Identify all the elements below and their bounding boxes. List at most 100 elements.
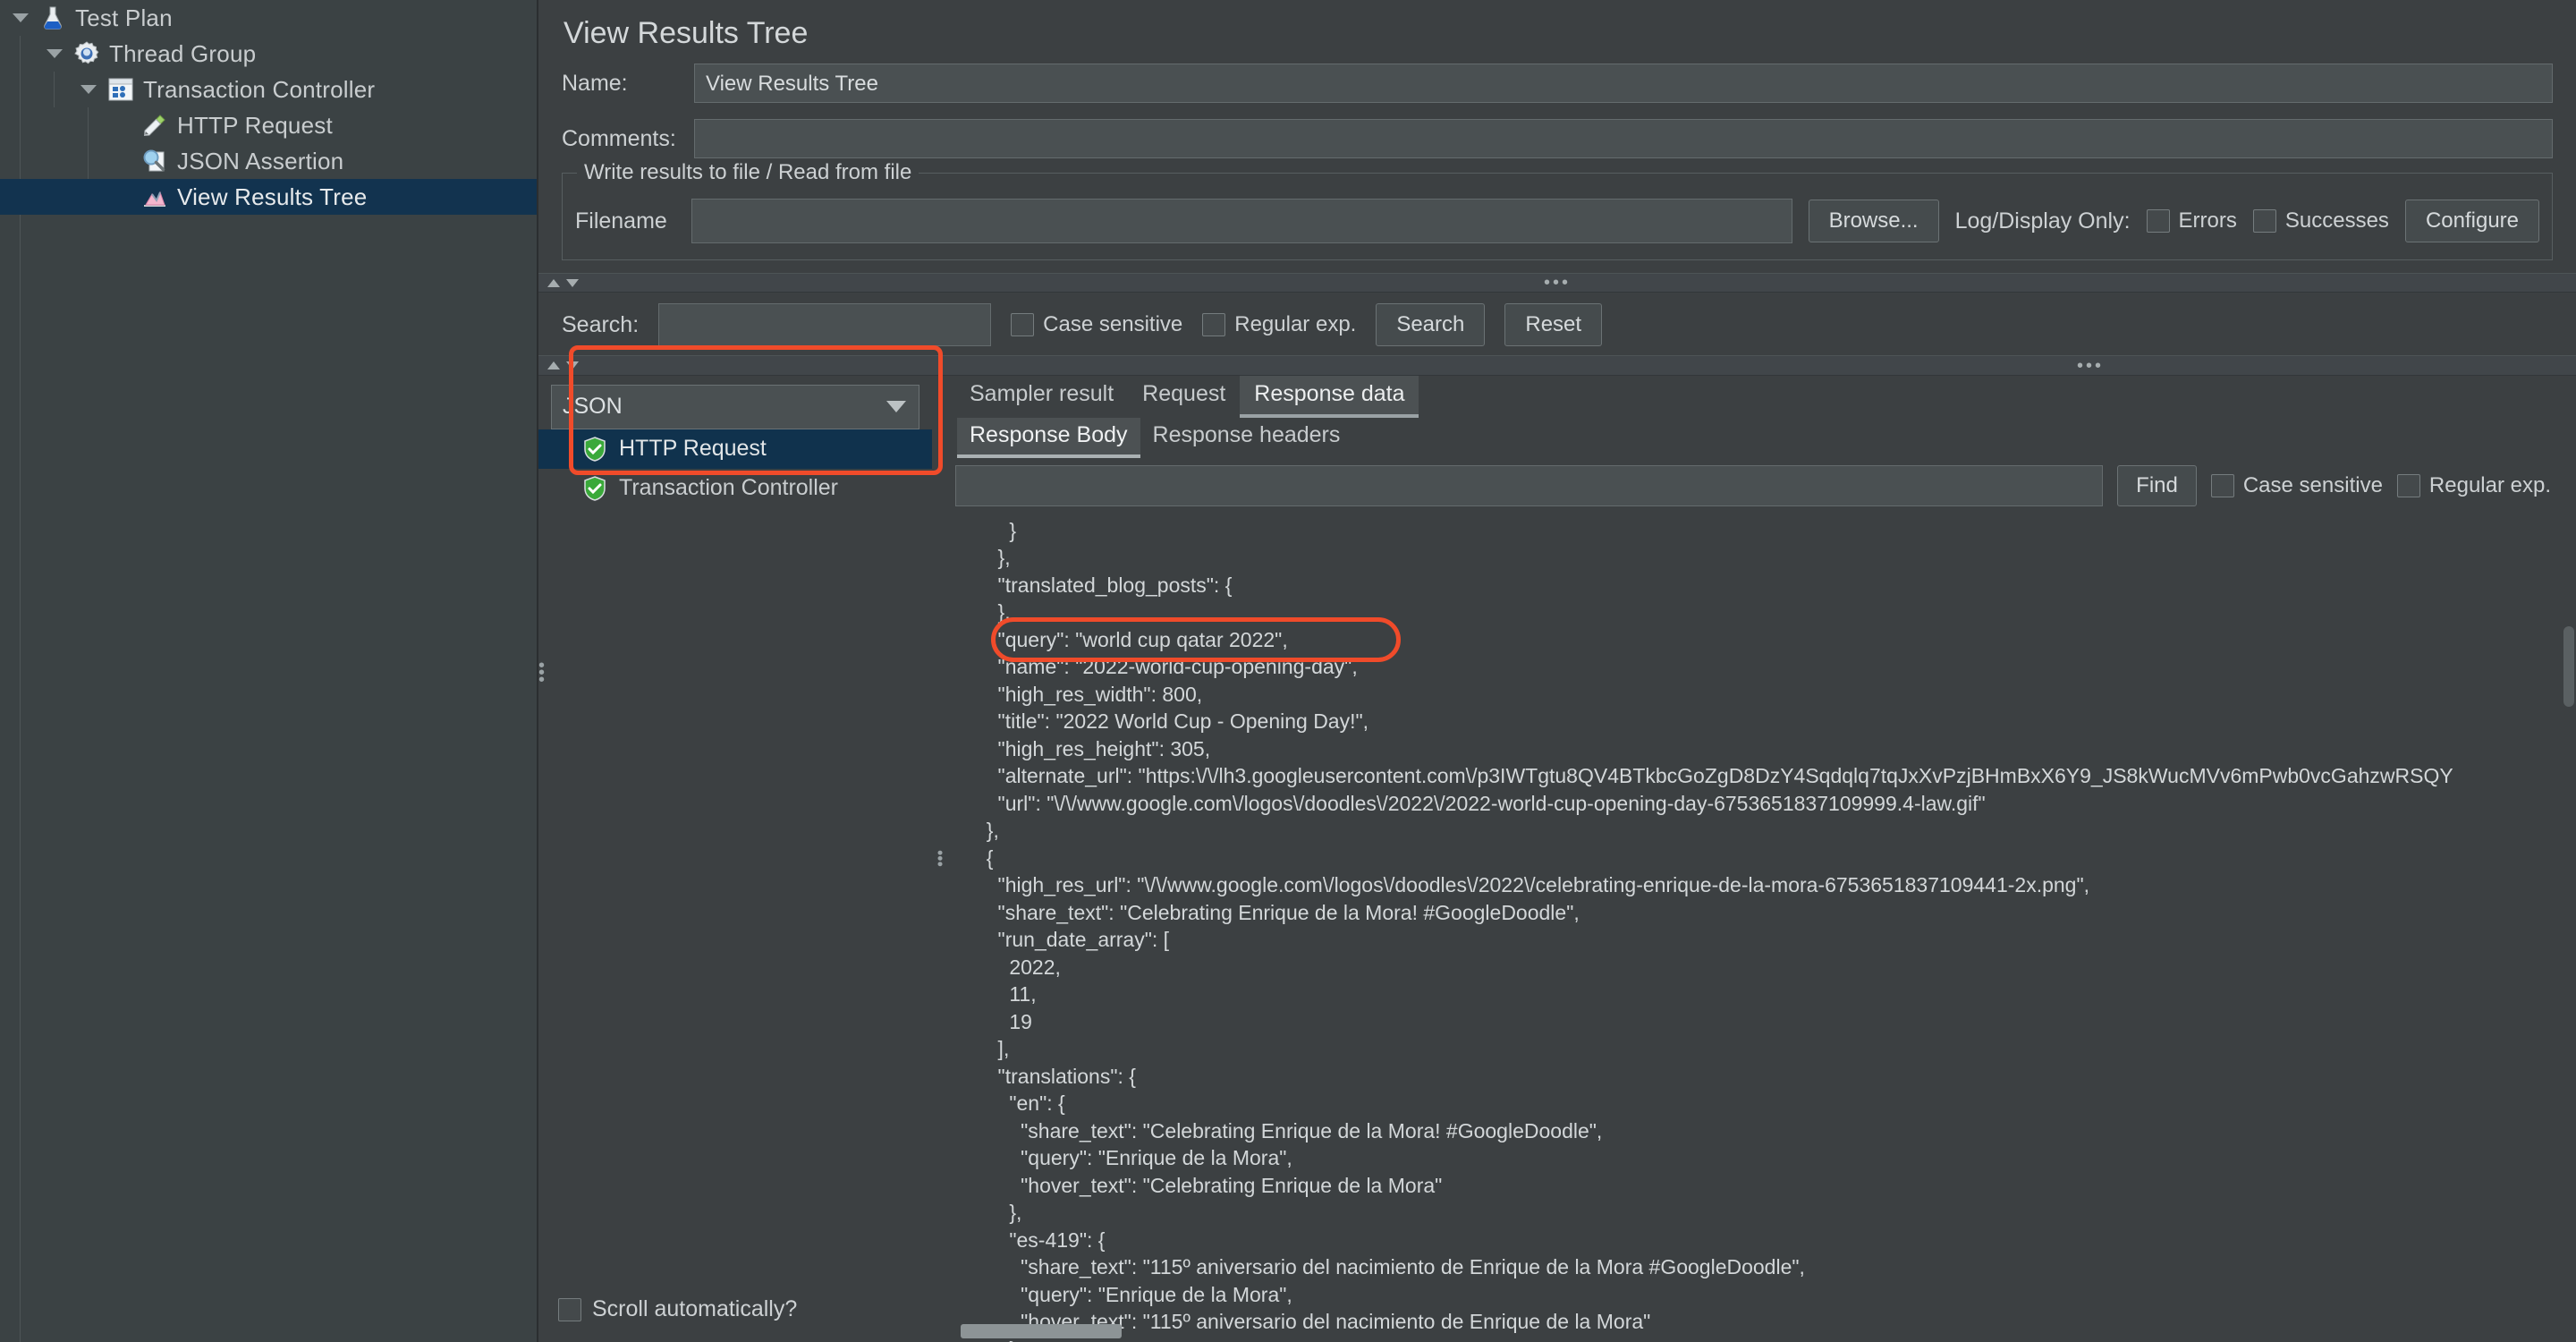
- tree-item-label: View Results Tree: [177, 183, 368, 210]
- find-regular-exp-checkbox[interactable]: Regular exp.: [2396, 473, 2551, 498]
- splitter-arrows[interactable]: [547, 361, 579, 370]
- name-label: Name:: [562, 70, 628, 96]
- name-input[interactable]: View Results Tree: [694, 64, 2553, 103]
- search-button[interactable]: Search: [1376, 303, 1486, 347]
- shield-success-icon: [581, 436, 608, 463]
- tab-request[interactable]: Request: [1128, 376, 1240, 418]
- response-body-vertical-scrollbar[interactable]: [2563, 519, 2574, 1317]
- successes-label: Successes: [2284, 208, 2389, 233]
- response-body-horizontal-scrollbar[interactable]: [955, 1324, 2576, 1342]
- scroll-automatically-label: Scroll automatically?: [592, 1296, 798, 1321]
- results-area: JSON HTTP Request Transaction Controller…: [538, 375, 2576, 1342]
- write-results-group: Write results to file / Read from file F…: [562, 160, 2553, 260]
- magnifier-icon: [138, 146, 172, 176]
- response-body-view[interactable]: } }, "translated_blog_posts": { }, "quer…: [955, 513, 2576, 1342]
- expand-toggle-icon[interactable]: [5, 13, 36, 22]
- checkbox-box[interactable]: [1202, 313, 1226, 337]
- chevron-down-icon[interactable]: [886, 401, 906, 413]
- tree-item-thread-group[interactable]: Thread Group: [0, 36, 537, 72]
- subtab-response-headers[interactable]: Response headers: [1140, 418, 1353, 458]
- configure-button[interactable]: Configure: [2404, 200, 2539, 242]
- successes-checkbox[interactable]: Successes: [2252, 208, 2389, 234]
- results-list-column: JSON HTTP Request Transaction Controller…: [538, 375, 932, 1342]
- flask-icon: [36, 3, 70, 33]
- result-detail-column: Sampler result Request Response data Res…: [948, 375, 2576, 1342]
- test-plan-tree-panel: Test Plan Thread Group Transaction Contr…: [0, 0, 545, 1342]
- tree-item-json-assertion[interactable]: JSON Assertion: [0, 143, 537, 179]
- checkbox-box[interactable]: [2210, 473, 2234, 497]
- result-tabs: Sampler result Request Response data: [948, 375, 2576, 418]
- find-case-sensitive-checkbox[interactable]: Case sensitive: [2210, 472, 2383, 498]
- render-selector-dropdown[interactable]: JSON: [551, 384, 919, 429]
- filename-input[interactable]: [691, 199, 1792, 243]
- tree-item-http-request[interactable]: HTTP Request: [0, 107, 537, 143]
- tree-item-test-plan[interactable]: Test Plan: [0, 0, 537, 36]
- view-results-tree-panel: View Results Tree Name: View Results Tre…: [538, 0, 2576, 1342]
- result-list-item-label: HTTP Request: [619, 436, 767, 462]
- scrollbar-thumb[interactable]: [2563, 625, 2574, 707]
- checkbox-box[interactable]: [1011, 313, 1035, 337]
- search-input[interactable]: [658, 303, 992, 347]
- checkbox-box[interactable]: [2396, 473, 2420, 497]
- search-case-sensitive-checkbox[interactable]: Case sensitive: [1011, 312, 1182, 337]
- browse-button[interactable]: Browse...: [1808, 200, 1939, 242]
- result-list-item-http-request[interactable]: HTTP Request: [538, 429, 932, 469]
- tree-item-label: Thread Group: [109, 39, 257, 67]
- checkbox-box[interactable]: [2146, 209, 2170, 233]
- search-row: Search: Case sensitive Regular exp. Sear…: [538, 293, 2576, 355]
- scrollbar-thumb[interactable]: [961, 1324, 1122, 1338]
- errors-label: Errors: [2178, 208, 2237, 233]
- result-list-item-transaction-controller[interactable]: Transaction Controller: [538, 469, 932, 508]
- find-input[interactable]: [955, 464, 2104, 506]
- chart-icon: [138, 182, 172, 212]
- comments-label: Comments:: [562, 125, 676, 151]
- collapse-up-icon[interactable]: [547, 361, 560, 370]
- tree-item-label: HTTP Request: [177, 111, 333, 139]
- tree-guide-line: [20, 36, 21, 1342]
- vertical-split-handle[interactable]: •••: [931, 375, 949, 1342]
- search-regular-exp-checkbox[interactable]: Regular exp.: [1202, 312, 1356, 337]
- gear-icon: [70, 38, 104, 69]
- result-list-item-label: Transaction Controller: [619, 475, 839, 501]
- comments-row: Comments:: [538, 119, 2576, 158]
- subtab-response-body[interactable]: Response Body: [957, 417, 1140, 458]
- find-button[interactable]: Find: [2117, 464, 2197, 506]
- tree-item-label: Test Plan: [75, 4, 173, 31]
- log-display-only-label: Log/Display Only:: [1954, 208, 2131, 234]
- panel-divider-handle[interactable]: • • •: [538, 657, 545, 689]
- expand-toggle-icon[interactable]: [39, 49, 70, 58]
- tree-item-view-results-tree[interactable]: View Results Tree: [0, 179, 537, 215]
- render-selector-value: JSON: [563, 394, 623, 420]
- checkbox-box[interactable]: [2252, 209, 2276, 233]
- response-body-text: } }, "translated_blog_posts": { }, "quer…: [986, 518, 2453, 1342]
- scroll-automatically-checkbox[interactable]: Scroll automatically?: [558, 1296, 797, 1322]
- checkbox-box[interactable]: [558, 1297, 581, 1321]
- tab-sampler-result[interactable]: Sampler result: [955, 376, 1128, 418]
- name-row: Name: View Results Tree: [538, 64, 2576, 103]
- splitter-arrows[interactable]: [547, 278, 579, 287]
- tab-response-data[interactable]: Response data: [1240, 375, 1419, 418]
- collapse-down-icon[interactable]: [566, 278, 579, 287]
- splitter-grip-icon[interactable]: •••: [1544, 274, 1571, 292]
- jmeter-window: Test Plan Thread Group Transaction Contr…: [0, 0, 2576, 1342]
- search-label: Search:: [562, 311, 640, 337]
- reset-button[interactable]: Reset: [1504, 303, 1603, 347]
- regular-exp-label: Regular exp.: [1234, 312, 1357, 337]
- splitter-middle[interactable]: •••: [538, 355, 2576, 376]
- filename-label: Filename: [575, 208, 667, 234]
- collapse-up-icon[interactable]: [547, 278, 560, 287]
- comments-input[interactable]: [694, 119, 2553, 158]
- find-bar: Find Case sensitive Regular exp.: [948, 458, 2576, 514]
- errors-checkbox[interactable]: Errors: [2146, 208, 2237, 234]
- page-title: View Results Tree: [564, 16, 809, 50]
- collapse-down-icon[interactable]: [566, 361, 579, 370]
- tree-item-transaction-controller[interactable]: Transaction Controller: [0, 72, 537, 107]
- case-sensitive-label: Case sensitive: [1043, 312, 1183, 337]
- pipette-icon: [138, 110, 172, 140]
- splitter-grip-icon[interactable]: •••: [2077, 357, 2104, 375]
- tree-item-label: JSON Assertion: [177, 147, 344, 174]
- write-results-group-title: Write results to file / Read from file: [577, 160, 919, 185]
- case-sensitive-label: Case sensitive: [2242, 472, 2383, 497]
- splitter-top[interactable]: •••: [538, 273, 2576, 293]
- expand-toggle-icon[interactable]: [73, 85, 104, 94]
